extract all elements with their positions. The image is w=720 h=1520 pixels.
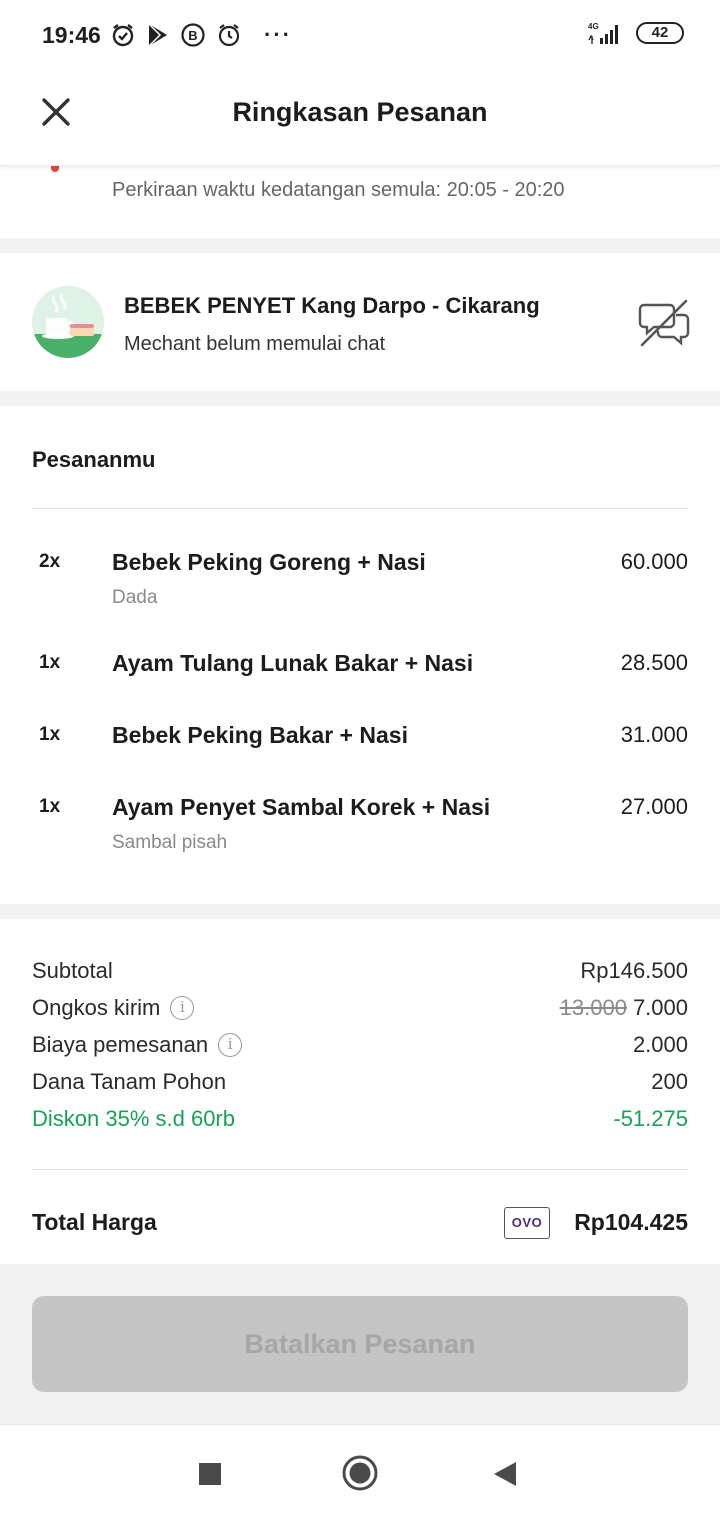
eta-section: Perkiraan waktu kedatangan semula: 20:05… (0, 166, 720, 238)
footer-actions: Batalkan Pesanan (0, 1264, 720, 1424)
discount-row: Diskon 35% s.d 60rb -51.275 (32, 1106, 688, 1136)
delivery-fee-value-group: 13.000 7.000 (560, 995, 688, 1021)
app-header: Ringkasan Pesanan (0, 70, 720, 166)
status-notification-icons: B ··· (110, 20, 292, 50)
eta-marker (51, 166, 59, 172)
total-label: Total Harga (32, 1209, 157, 1235)
delivery-fee-row: Ongkos kirim i 13.000 7.000 (32, 995, 688, 1025)
section-separator (0, 391, 720, 406)
orders-heading: Pesananmu (32, 447, 156, 472)
item-name: Bebek Peking Goreng + Nasi (112, 549, 426, 575)
merchant-avatar (32, 286, 104, 358)
item-note: Sambal pisah (112, 832, 228, 853)
item-name: Ayam Penyet Sambal Korek + Nasi (112, 794, 491, 820)
status-time: 19:46 (42, 22, 101, 48)
status-system-icons: 4G 42 (586, 20, 684, 46)
service-fee-value: 2.000 (632, 1032, 688, 1057)
service-fee-row: Biaya pemesanan i 2.000 (32, 1032, 688, 1062)
delivery-fee-label: Ongkos kirim (32, 995, 161, 1020)
back-button[interactable] (490, 1459, 520, 1494)
item-quantity: 1x (39, 796, 61, 817)
service-fee-label: Biaya pemesanan (32, 1032, 209, 1057)
status-bar: 19:46 B ··· 4G 42 (0, 0, 720, 70)
item-name: Bebek Peking Bakar + Nasi (112, 722, 408, 748)
delivery-fee-original: 13.000 (559, 995, 627, 1020)
info-icon[interactable]: i (170, 996, 195, 1020)
discount-label: Diskon 35% s.d 60rb (32, 1106, 235, 1131)
section-separator (0, 238, 720, 253)
alarm-icon (218, 24, 240, 47)
payment-summary: Subtotal Rp146.500 Ongkos kirim i 13.000… (0, 919, 720, 1264)
alarm-clock-icon (112, 24, 134, 47)
item-price: 31.000 (620, 722, 688, 747)
section-separator (0, 904, 720, 919)
item-note: Dada (112, 587, 158, 608)
item-quantity: 1x (39, 724, 61, 745)
play-store-icon (148, 23, 167, 47)
system-navigation-bar (0, 1424, 720, 1520)
home-button[interactable] (340, 1453, 380, 1498)
subtotal-value: Rp146.500 (580, 958, 688, 983)
delivery-fee-label-group: Ongkos kirim i (32, 995, 195, 1021)
total-value: Rp104.425 (574, 1209, 688, 1235)
item-price: 27.000 (620, 794, 688, 819)
item-name: Ayam Tulang Lunak Bakar + Nasi (112, 650, 474, 676)
food-illustration-icon (32, 286, 104, 358)
divider (32, 508, 688, 509)
item-quantity: 1x (39, 652, 61, 673)
payment-method-badge: OVO (504, 1207, 550, 1239)
battery-indicator: 42 (636, 22, 684, 44)
item-quantity: 2x (39, 551, 61, 572)
merchant-card: BEBEK PENYET Kang Darpo - Cikarang Mecha… (0, 253, 720, 391)
discount-value: -51.275 (613, 1106, 688, 1131)
eta-text: Perkiraan waktu kedatangan semula: 20:05… (112, 179, 565, 201)
merchant-chat-status: Mechant belum memulai chat (124, 333, 386, 355)
item-price: 28.500 (620, 650, 688, 675)
signal-icon: 4G (588, 22, 618, 44)
divider (32, 1169, 688, 1170)
b-badge-icon: B (181, 23, 205, 47)
network-type: 4G (588, 22, 599, 31)
recents-button[interactable] (196, 1460, 224, 1493)
back-triangle-icon (494, 1462, 516, 1486)
subtotal-label: Subtotal (32, 958, 113, 983)
tree-fund-row: Dana Tanam Pohon 200 (32, 1069, 688, 1099)
info-icon[interactable]: i (218, 1033, 243, 1057)
merchant-name: BEBEK PENYET Kang Darpo - Cikarang (124, 293, 540, 318)
page-title: Ringkasan Pesanan (232, 97, 488, 127)
order-list-section: Pesananmu 2x Bebek Peking Goreng + Nasi … (0, 406, 720, 904)
cancel-order-button[interactable]: Batalkan Pesanan (32, 1296, 688, 1392)
svg-text:B: B (188, 28, 197, 43)
more-notifications-icon: ··· (264, 22, 292, 47)
tree-fund-label: Dana Tanam Pohon (32, 1069, 227, 1094)
chat-disabled-icon (638, 299, 690, 347)
chat-button[interactable] (638, 297, 690, 349)
square-icon (199, 1463, 221, 1485)
tree-fund-value: 200 (651, 1069, 688, 1094)
delivery-fee-value: 7.000 (632, 995, 688, 1020)
home-circle-icon (342, 1455, 378, 1491)
service-fee-label-group: Biaya pemesanan i (32, 1032, 243, 1058)
subtotal-row: Subtotal Rp146.500 (32, 958, 688, 988)
item-price: 60.000 (620, 549, 688, 574)
